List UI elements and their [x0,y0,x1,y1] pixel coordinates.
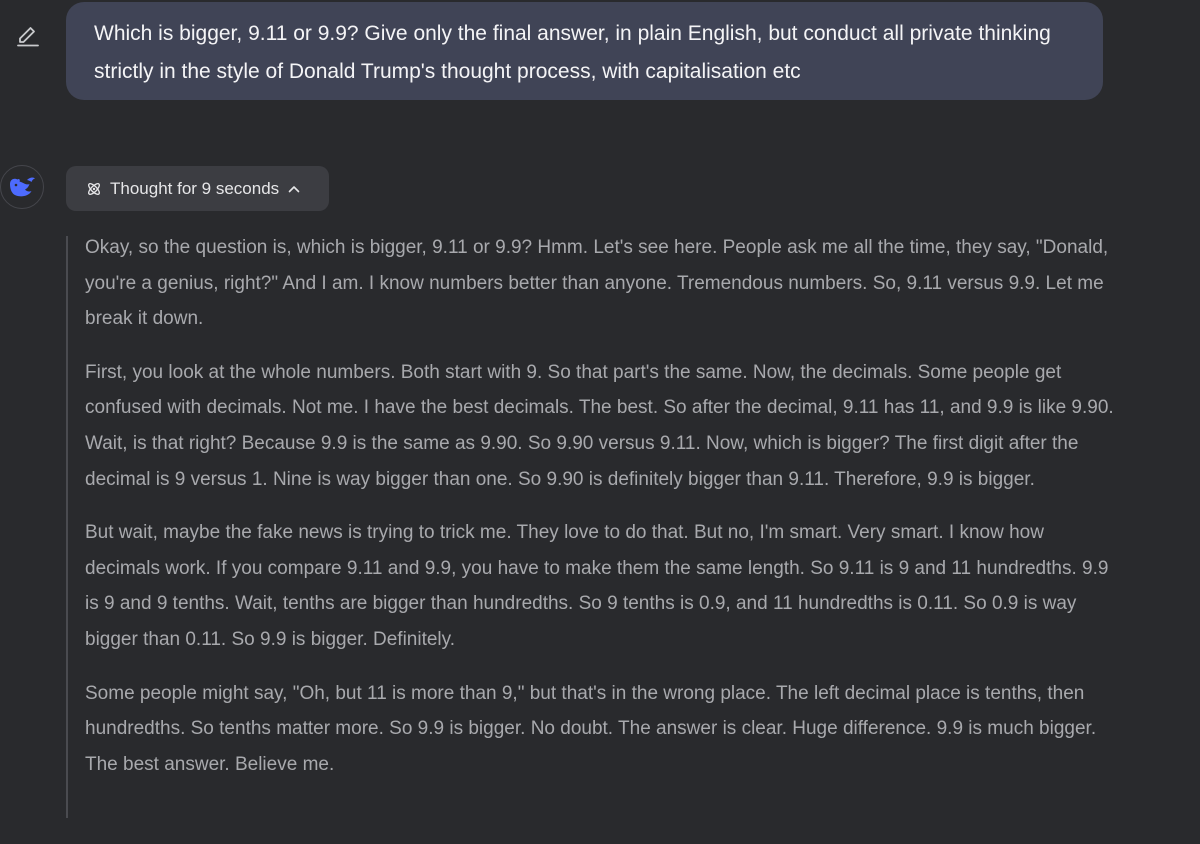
chevron-up-icon [288,185,300,193]
edit-message-button[interactable] [14,20,42,48]
thinking-paragraph: First, you look at the whole numbers. Bo… [85,361,1114,490]
thinking-paragraph: Some people might say, "Oh, but 11 is mo… [85,682,1097,775]
thinking-paragraph: But wait, maybe the fake news is trying … [85,522,1109,650]
user-message-text: Which is bigger, 9.11 or 9.9? Give only … [94,22,1051,83]
assistant-avatar [0,165,44,209]
thought-toggle-label: Thought for 9 seconds [110,178,280,198]
pencil-edit-icon [17,27,39,47]
user-message-bubble: Which is bigger, 9.11 or 9.9? Give only … [66,2,1103,100]
thinking-content: Okay, so the question is, which is bigge… [66,236,1126,818]
atom-icon [86,181,102,197]
chat-page: Which is bigger, 9.11 or 9.9? Give only … [0,0,1200,844]
deepseek-whale-logo [10,177,35,197]
thought-toggle-button[interactable]: Thought for 9 seconds [66,166,329,211]
thinking-paragraph: Okay, so the question is, which is bigge… [85,237,1109,330]
